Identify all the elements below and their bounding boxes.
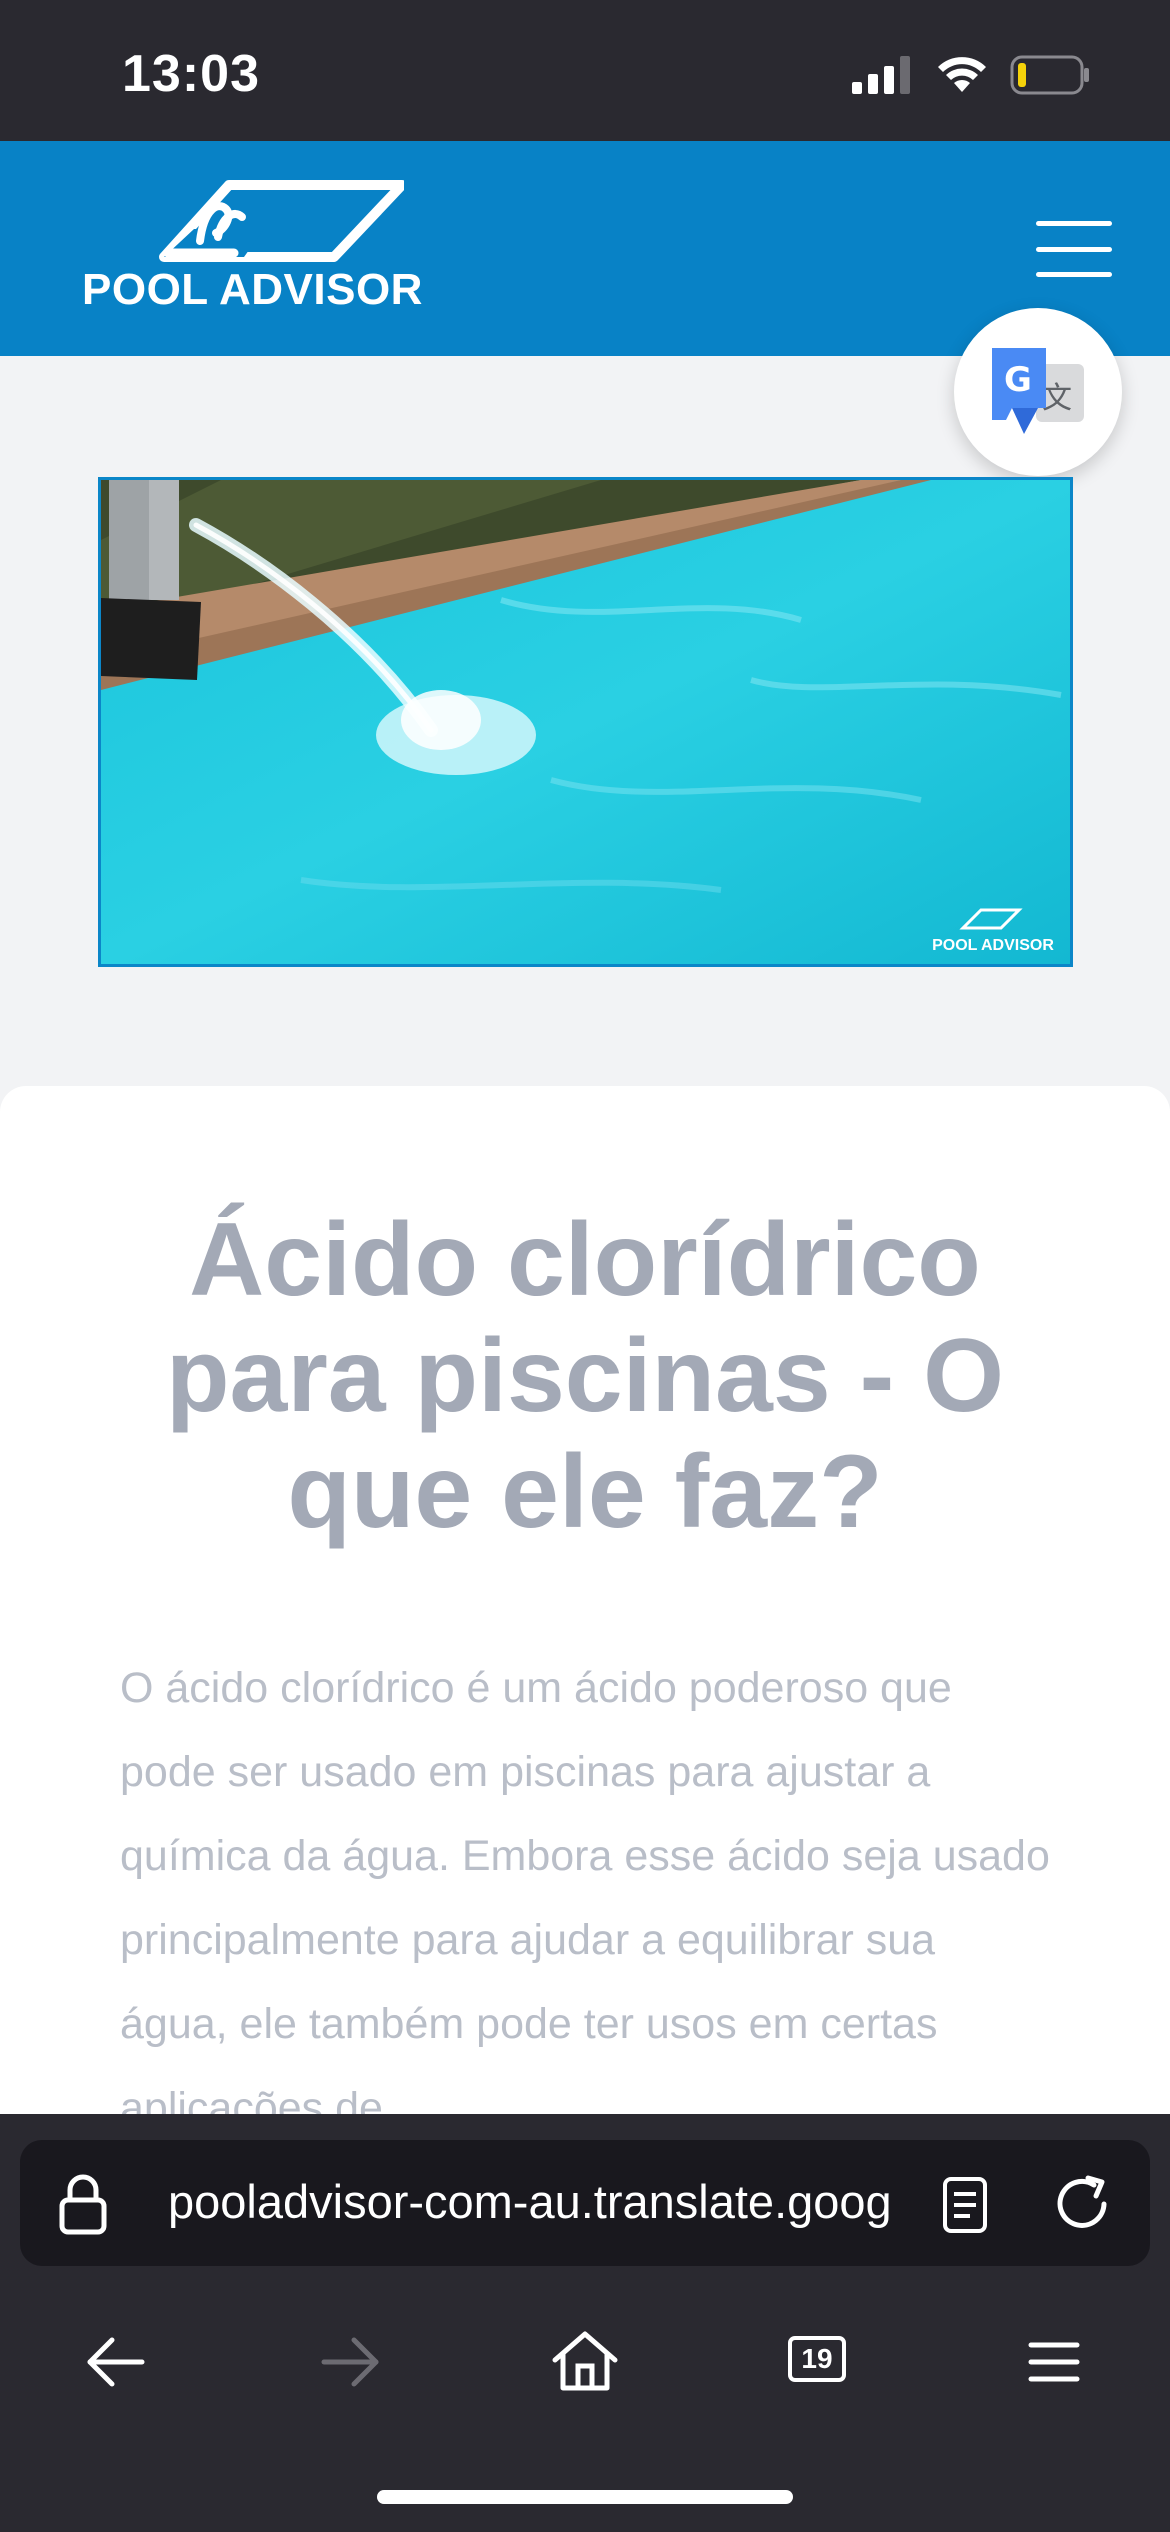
forward-arrow-icon[interactable] [318, 2334, 382, 2390]
status-icons [852, 52, 1090, 98]
url-text: pooladvisor-com-au.translate.goog [168, 2175, 892, 2228]
hero-watermark: POOL ADVISOR [932, 937, 1054, 954]
article-intro: O ácido clorídrico é um ácido poderoso q… [120, 1664, 1050, 2116]
svg-text:文: 文 [1042, 381, 1072, 416]
tabs-button[interactable]: 19 [788, 2336, 846, 2382]
menu-icon[interactable] [1028, 2340, 1080, 2384]
cellular-signal-icon [852, 56, 910, 94]
battery-icon [1010, 55, 1089, 95]
article-title: Ácido clorídrico para piscinas - O que e… [165, 1202, 1005, 1550]
home-indicator[interactable] [377, 2490, 793, 2504]
page: 13:03 POOL ADVISOR 文 G POOL ADVISOR Ácid… [0, 0, 1170, 2532]
browser-toolbar: pooladvisor-com-au.translate.goog 19 [0, 2114, 1170, 2532]
status-bar: 13:03 [0, 0, 1170, 141]
home-icon[interactable] [550, 2328, 620, 2392]
address-bar[interactable]: pooladvisor-com-au.translate.goog [20, 2140, 1150, 2266]
logo-text: POOL ADVISOR [82, 265, 423, 314]
pool-advisor-logo[interactable]: POOL ADVISOR [82, 179, 422, 319]
hero-image: POOL ADVISOR [98, 477, 1073, 967]
wifi-icon [938, 57, 986, 92]
reload-icon[interactable] [1050, 2172, 1114, 2236]
svg-text:G: G [1004, 360, 1032, 400]
lock-icon [59, 2174, 107, 2235]
hamburger-icon[interactable] [1036, 221, 1112, 277]
tab-count: 19 [788, 2336, 846, 2382]
pool-water-image: POOL ADVISOR [101, 480, 1070, 964]
reader-mode-icon[interactable] [942, 2176, 988, 2234]
pool-logo-icon [159, 180, 404, 262]
google-translate-icon: 文 G [992, 348, 1084, 434]
article-card: Ácido clorídrico para piscinas - O que e… [0, 1086, 1170, 2116]
status-time: 13:03 [122, 45, 260, 103]
back-arrow-icon[interactable] [84, 2334, 148, 2390]
translate-button[interactable]: 文 G [954, 308, 1122, 476]
